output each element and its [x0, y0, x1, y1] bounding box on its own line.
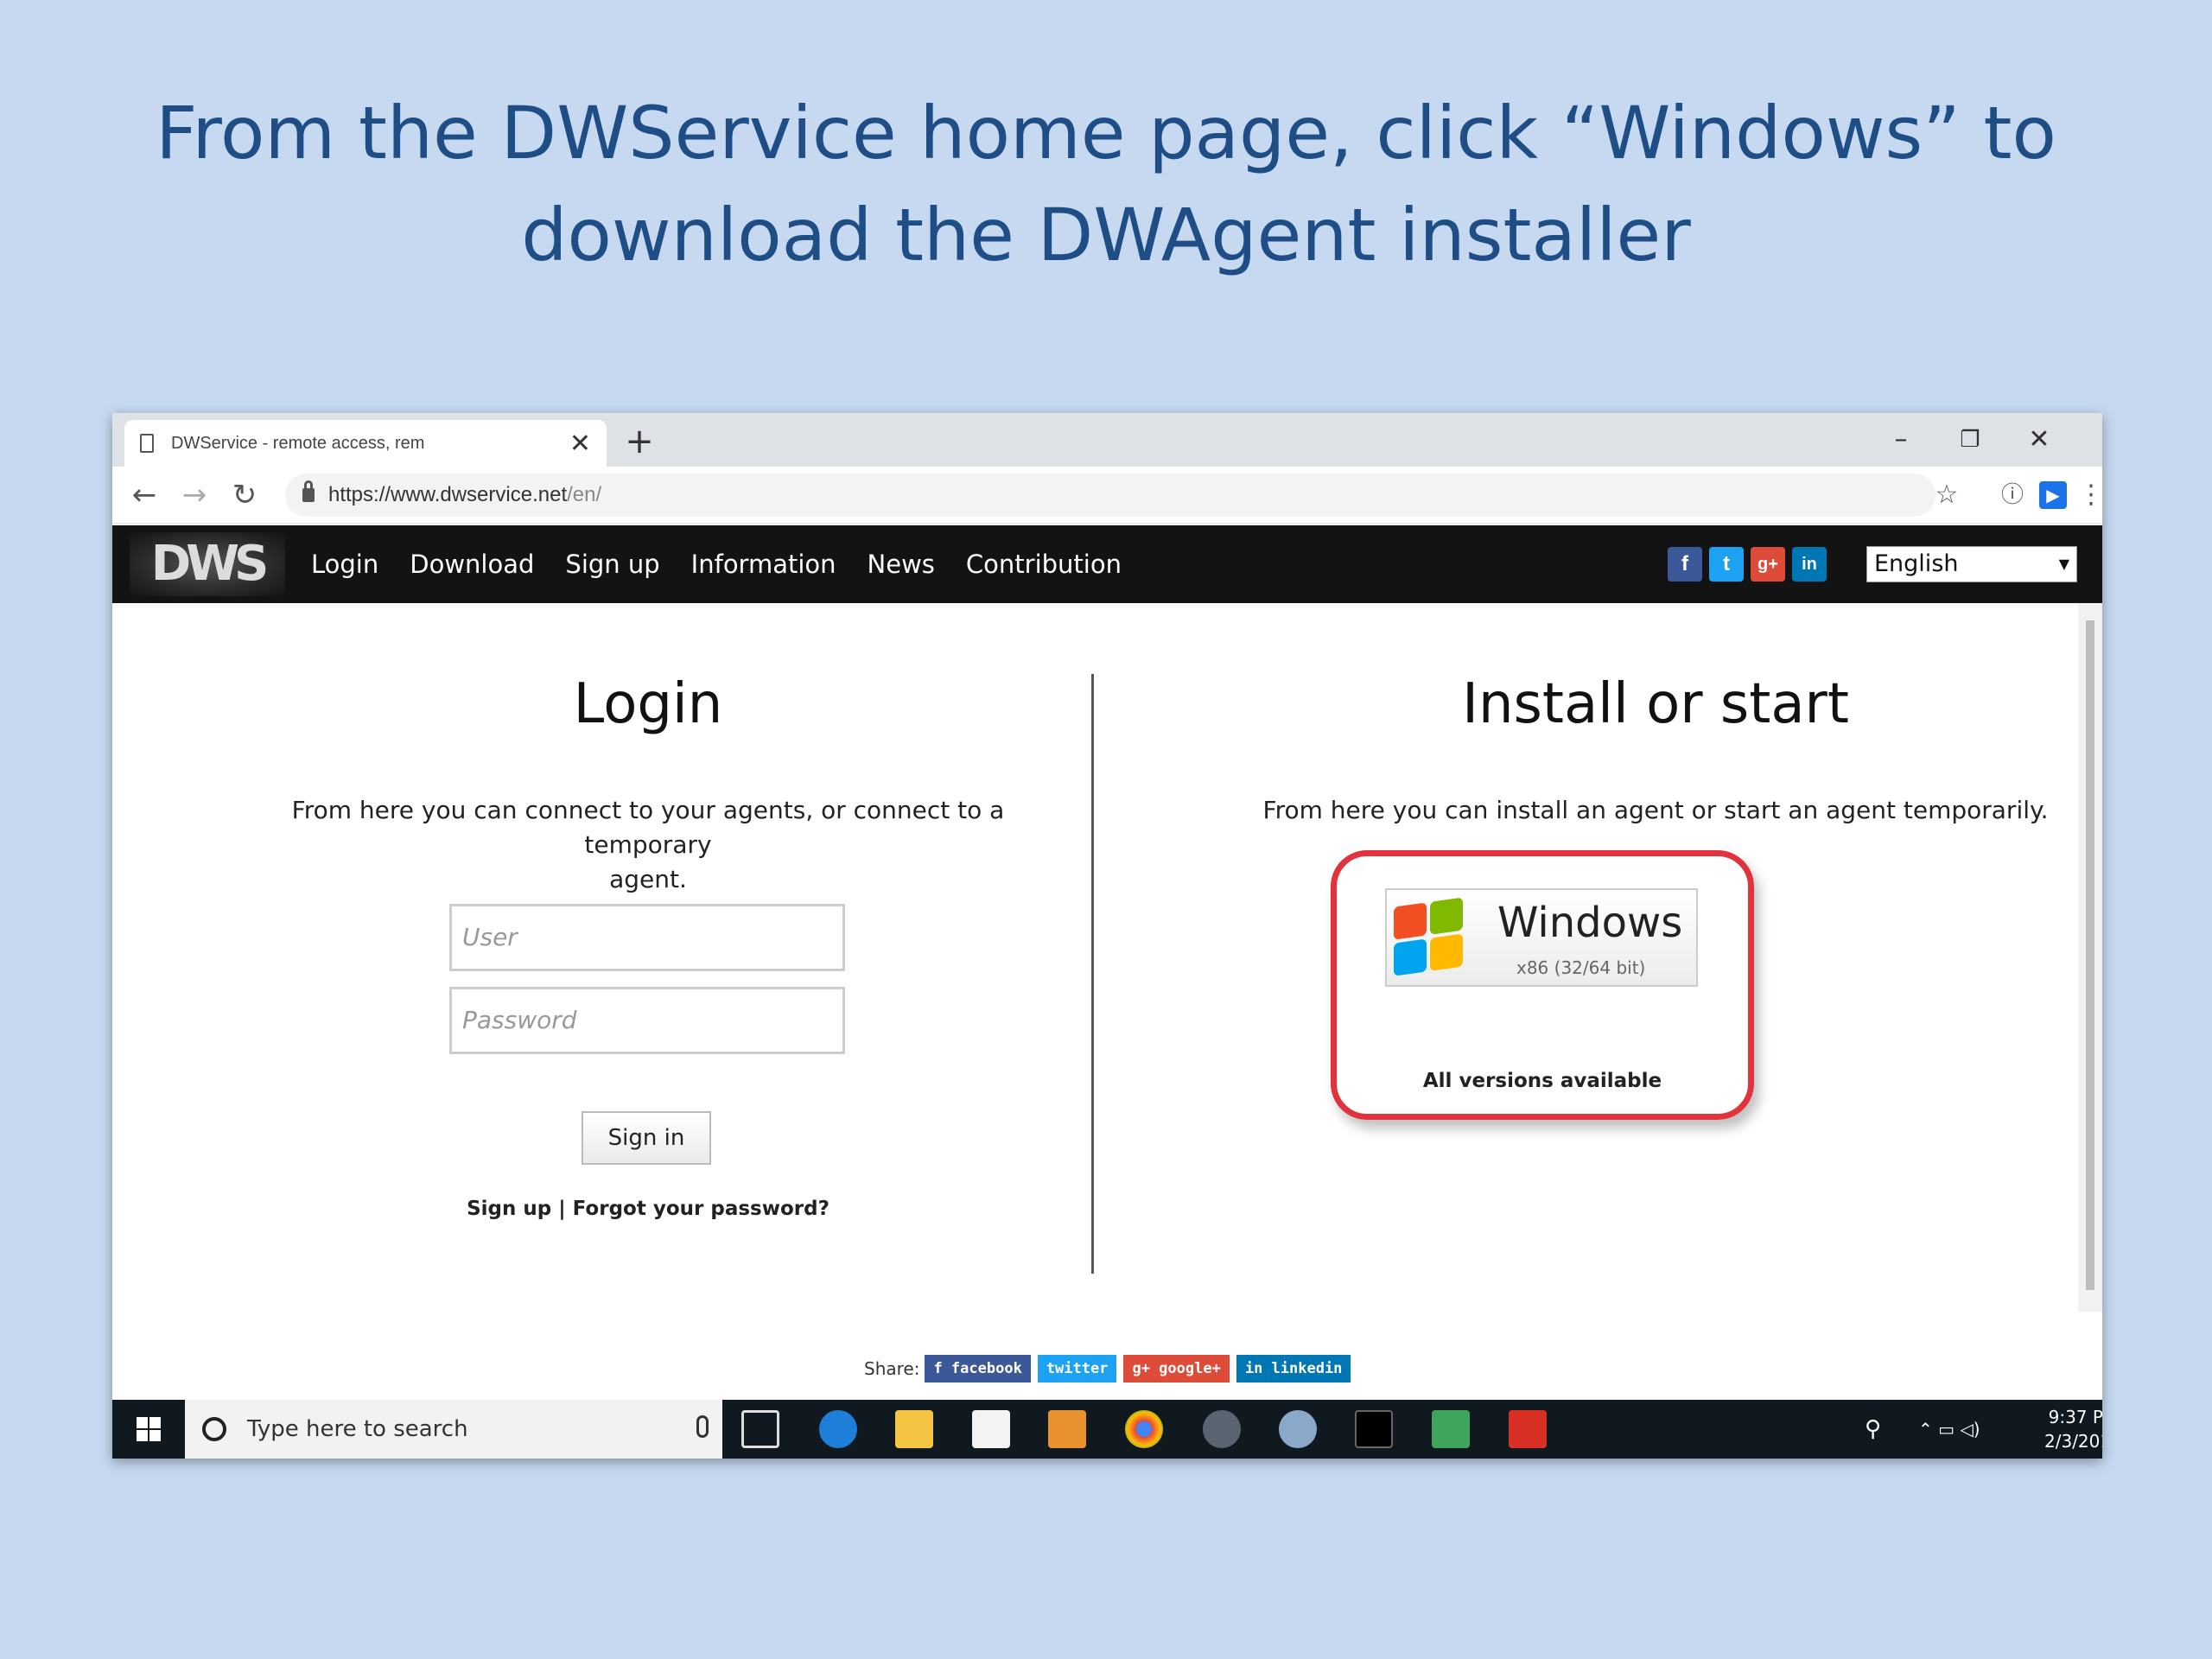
- microphone-icon[interactable]: [696, 1415, 709, 1438]
- app-icon-1[interactable]: [1203, 1410, 1241, 1448]
- windows-arch: x86 (32/64 bit): [1516, 957, 1646, 978]
- nav-information[interactable]: Information: [691, 550, 836, 579]
- install-description: From here you can install an agent or st…: [1262, 796, 2049, 824]
- dws-logo[interactable]: DWS: [130, 532, 285, 596]
- media-player-icon[interactable]: [1048, 1410, 1086, 1448]
- site-navbar: DWS Login Download Sign up Information N…: [112, 525, 2102, 603]
- lock-icon: [302, 480, 315, 502]
- link-separator: |: [558, 1198, 566, 1220]
- windows-label: Windows: [1497, 899, 1683, 947]
- windows-download-button[interactable]: Windows x86 (32/64 bit): [1385, 888, 1698, 987]
- site-menu: Login Download Sign up Information News …: [311, 525, 1153, 603]
- browser-tab[interactable]: DWService - remote access, rem ✕: [124, 420, 607, 467]
- file-explorer-icon[interactable]: [895, 1410, 933, 1448]
- page-icon: [140, 434, 154, 453]
- bookmark-star-icon[interactable]: ☆: [1925, 474, 1968, 517]
- slide-title-line-2: download the DWAgent installer: [521, 193, 1691, 277]
- facebook-icon[interactable]: f: [1668, 547, 1702, 582]
- url-path: /en/: [567, 483, 602, 506]
- tab-title: DWService - remote access, rem: [171, 433, 425, 453]
- nav-login[interactable]: Login: [311, 550, 378, 579]
- forward-button[interactable]: →: [173, 474, 216, 517]
- reload-button[interactable]: ↻: [223, 474, 266, 517]
- nav-contribution[interactable]: Contribution: [966, 550, 1122, 579]
- sign-in-button[interactable]: Sign in: [582, 1111, 711, 1165]
- language-select[interactable]: English ▼: [1866, 546, 2077, 582]
- share-label: Share:: [864, 1358, 920, 1379]
- menu-icon[interactable]: ⋮: [2078, 474, 2102, 517]
- nav-sign-up[interactable]: Sign up: [565, 550, 659, 579]
- task-view-icon[interactable]: [741, 1410, 779, 1448]
- windows-taskbar: Type here to search ⚲ ⌃ ▭ ◁) 9:37 PM 2/3…: [112, 1400, 2102, 1459]
- login-description: From here you can connect to your agents…: [242, 793, 1054, 897]
- restore-button[interactable]: ❐: [1936, 418, 2005, 461]
- extension-icon[interactable]: ▶: [2039, 481, 2067, 509]
- scrollbar-thumb[interactable]: [2086, 620, 2094, 1290]
- app-icon-2[interactable]: [1279, 1410, 1317, 1448]
- language-value: English: [1874, 550, 1959, 577]
- taskbar-search[interactable]: Type here to search: [185, 1400, 722, 1459]
- edge-icon[interactable]: [819, 1410, 857, 1448]
- chrome-icon[interactable]: [1125, 1410, 1163, 1448]
- login-description-line-2: agent.: [609, 865, 687, 893]
- password-input[interactable]: Password: [449, 987, 845, 1054]
- user-input[interactable]: User: [449, 904, 845, 971]
- sign-up-link[interactable]: Sign up: [467, 1198, 551, 1220]
- browser-toolbar: ← → ↻ https://www.dwservice.net/en/ ☆ ⓘ …: [112, 467, 2102, 524]
- share-facebook-button[interactable]: f facebook: [925, 1355, 1031, 1382]
- windows-logo-icon: [1392, 895, 1466, 980]
- browser-window: DWService - remote access, rem ✕ + – ❐ ✕…: [112, 413, 2102, 1459]
- social-links: f t g+ in: [1668, 547, 1834, 582]
- taskbar-clock[interactable]: 9:37 PM 2/3/2019: [2044, 1405, 2102, 1453]
- share-google-plus-button[interactable]: g+ google+: [1123, 1355, 1230, 1382]
- clock-time: 9:37 PM: [2048, 1407, 2102, 1427]
- google-plus-icon[interactable]: g+: [1751, 547, 1785, 582]
- page-content: Login From here you can connect to your …: [112, 603, 2078, 1363]
- start-button[interactable]: [112, 1400, 185, 1459]
- page-scrollbar[interactable]: [2078, 603, 2102, 1312]
- install-title: Install or start: [1462, 672, 1849, 736]
- clock-date: 2/3/2019: [2044, 1431, 2102, 1452]
- minimize-button[interactable]: –: [1866, 418, 1936, 461]
- address-bar[interactable]: https://www.dwservice.net/en/: [285, 474, 1936, 517]
- twitter-icon[interactable]: t: [1709, 547, 1744, 582]
- column-divider: [1091, 674, 1094, 1274]
- taskbar-search-placeholder: Type here to search: [247, 1416, 468, 1442]
- slide-title: From the DWService home page, click “Win…: [112, 82, 2100, 286]
- close-tab-icon[interactable]: ✕: [569, 429, 591, 459]
- all-versions-link[interactable]: All versions available: [1339, 1070, 1745, 1092]
- tab-strip: DWService - remote access, rem ✕ + – ❐ ✕: [112, 413, 2102, 467]
- system-tray-icons[interactable]: ⌃ ▭ ◁): [1918, 1400, 1980, 1459]
- chevron-down-icon: ▼: [2058, 556, 2069, 572]
- nav-download[interactable]: Download: [410, 550, 534, 579]
- url-host: https://www.dwservice.net: [328, 483, 568, 506]
- people-icon[interactable]: ⚲: [1865, 1400, 1881, 1459]
- share-twitter-button[interactable]: twitter: [1037, 1355, 1117, 1382]
- cortana-icon: [202, 1417, 226, 1441]
- login-links: Sign up | Forgot your password?: [397, 1198, 899, 1220]
- grammarly-icon[interactable]: [1509, 1410, 1547, 1448]
- forgot-password-link[interactable]: Forgot your password?: [573, 1198, 830, 1220]
- share-linkedin-button[interactable]: in linkedin: [1236, 1355, 1351, 1382]
- store-icon[interactable]: [972, 1410, 1010, 1448]
- slide-title-line-1: From the DWService home page, click “Win…: [156, 91, 2056, 175]
- tree-app-icon[interactable]: [1432, 1410, 1470, 1448]
- new-tab-button[interactable]: +: [618, 420, 661, 463]
- close-window-button[interactable]: ✕: [2005, 418, 2074, 461]
- info-extension-icon[interactable]: ⓘ: [1991, 474, 2034, 517]
- login-description-line-1: From here you can connect to your agents…: [291, 796, 1005, 859]
- nav-news[interactable]: News: [868, 550, 935, 579]
- login-title: Login: [573, 672, 723, 736]
- terminal-icon[interactable]: [1355, 1410, 1393, 1448]
- back-button[interactable]: ←: [123, 474, 166, 517]
- linkedin-icon[interactable]: in: [1792, 547, 1827, 582]
- share-bar: Share: f facebook twitter g+ google+ in …: [864, 1355, 1357, 1382]
